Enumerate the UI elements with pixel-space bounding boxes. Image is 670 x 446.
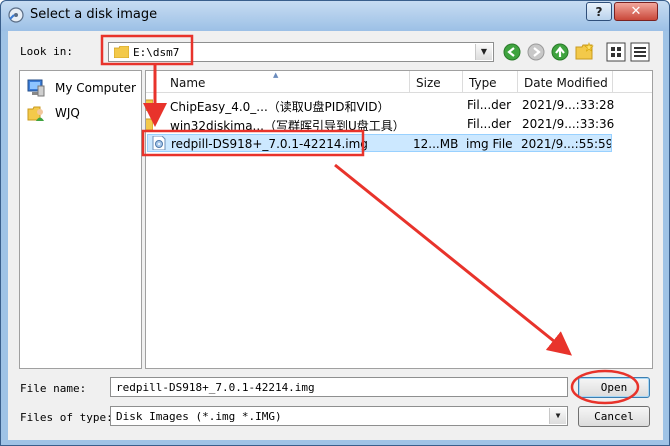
look-in-value: E:\dsm7: [133, 46, 180, 59]
file-type-value: Disk Images (*.img *.IMG): [116, 410, 282, 423]
folder-icon: [114, 46, 129, 58]
file-row-selected[interactable]: redpill-DS918+_7.0.1-42214.img 12...MB i…: [147, 134, 612, 152]
file-size: 12...MB: [413, 137, 459, 151]
file-name-input[interactable]: redpill-DS918+_7.0.1-42214.img: [110, 377, 568, 397]
window-title: Select a disk image: [30, 7, 158, 22]
chevron-down-icon[interactable]: ▼: [549, 408, 566, 424]
look-in-combobox[interactable]: E:\dsm7 ▼: [108, 42, 494, 62]
folder-icon: [146, 118, 153, 130]
file-date: 2021/9...:33:28: [522, 98, 614, 112]
file-row[interactable]: win32diskima...（写群晖引导到U盘工具） Fil...der 20…: [146, 115, 614, 133]
column-header-size[interactable]: Size: [410, 71, 463, 93]
file-type: Fil...der: [467, 117, 512, 131]
up-folder-icon[interactable]: [550, 42, 570, 62]
disk-image-icon: [152, 136, 166, 150]
detail-view-icon[interactable]: [630, 42, 650, 62]
file-list: Name ▲ Size Type Date Modified ChipEasy_…: [145, 70, 653, 369]
places-sidebar: My Computer WJQ: [19, 70, 142, 369]
computer-icon: [27, 79, 45, 97]
list-view-icon[interactable]: [606, 42, 626, 62]
file-name-label: File name:: [20, 382, 87, 395]
back-icon[interactable]: [502, 42, 522, 62]
app-icon: [8, 7, 24, 23]
cancel-button[interactable]: Cancel: [578, 406, 650, 427]
dialog-window: Select a disk image ? ✕ Look in: E:\dsm7…: [0, 0, 670, 446]
folder-icon: [146, 99, 153, 111]
file-name: ChipEasy_4.0_...（读取U盘PID和VID）: [170, 100, 390, 114]
sort-ascending-icon: ▲: [273, 71, 279, 79]
user-folder-icon: [27, 106, 44, 121]
file-date: 2021/9...:55:59: [521, 137, 611, 151]
close-button[interactable]: ✕: [614, 2, 658, 21]
column-header-filler: [613, 71, 652, 93]
file-type-combobox[interactable]: Disk Images (*.img *.IMG) ▼: [110, 406, 568, 426]
sidebar-item-my-computer[interactable]: My Computer: [26, 78, 138, 100]
sidebar-item-wjq[interactable]: WJQ: [26, 103, 138, 125]
file-type: img File: [466, 137, 513, 151]
chevron-down-icon[interactable]: ▼: [475, 44, 492, 60]
sidebar-item-label: WJQ: [55, 106, 80, 120]
look-in-label: Look in:: [20, 45, 73, 58]
open-button[interactable]: Open: [578, 377, 650, 398]
forward-icon[interactable]: [526, 42, 546, 62]
file-name: redpill-DS918+_7.0.1-42214.img: [171, 137, 368, 151]
sidebar-item-label: My Computer: [55, 81, 136, 95]
file-row[interactable]: ChipEasy_4.0_...（读取U盘PID和VID） Fil...der …: [146, 96, 614, 114]
help-button[interactable]: ?: [586, 2, 612, 21]
title-bar[interactable]: Select a disk image ? ✕: [1, 1, 669, 31]
file-date: 2021/9...:33:36: [522, 117, 614, 131]
dialog-body: Look in: E:\dsm7 ▼ My Computer WJQ Name …: [8, 31, 663, 440]
file-type-label: Files of type:: [20, 411, 113, 424]
file-type: Fil...der: [467, 98, 512, 112]
new-folder-icon[interactable]: [574, 42, 594, 62]
column-header-type[interactable]: Type: [463, 71, 518, 93]
column-header-date[interactable]: Date Modified: [518, 71, 613, 93]
file-name: win32diskima...（写群晖引导到U盘工具）: [170, 119, 405, 133]
